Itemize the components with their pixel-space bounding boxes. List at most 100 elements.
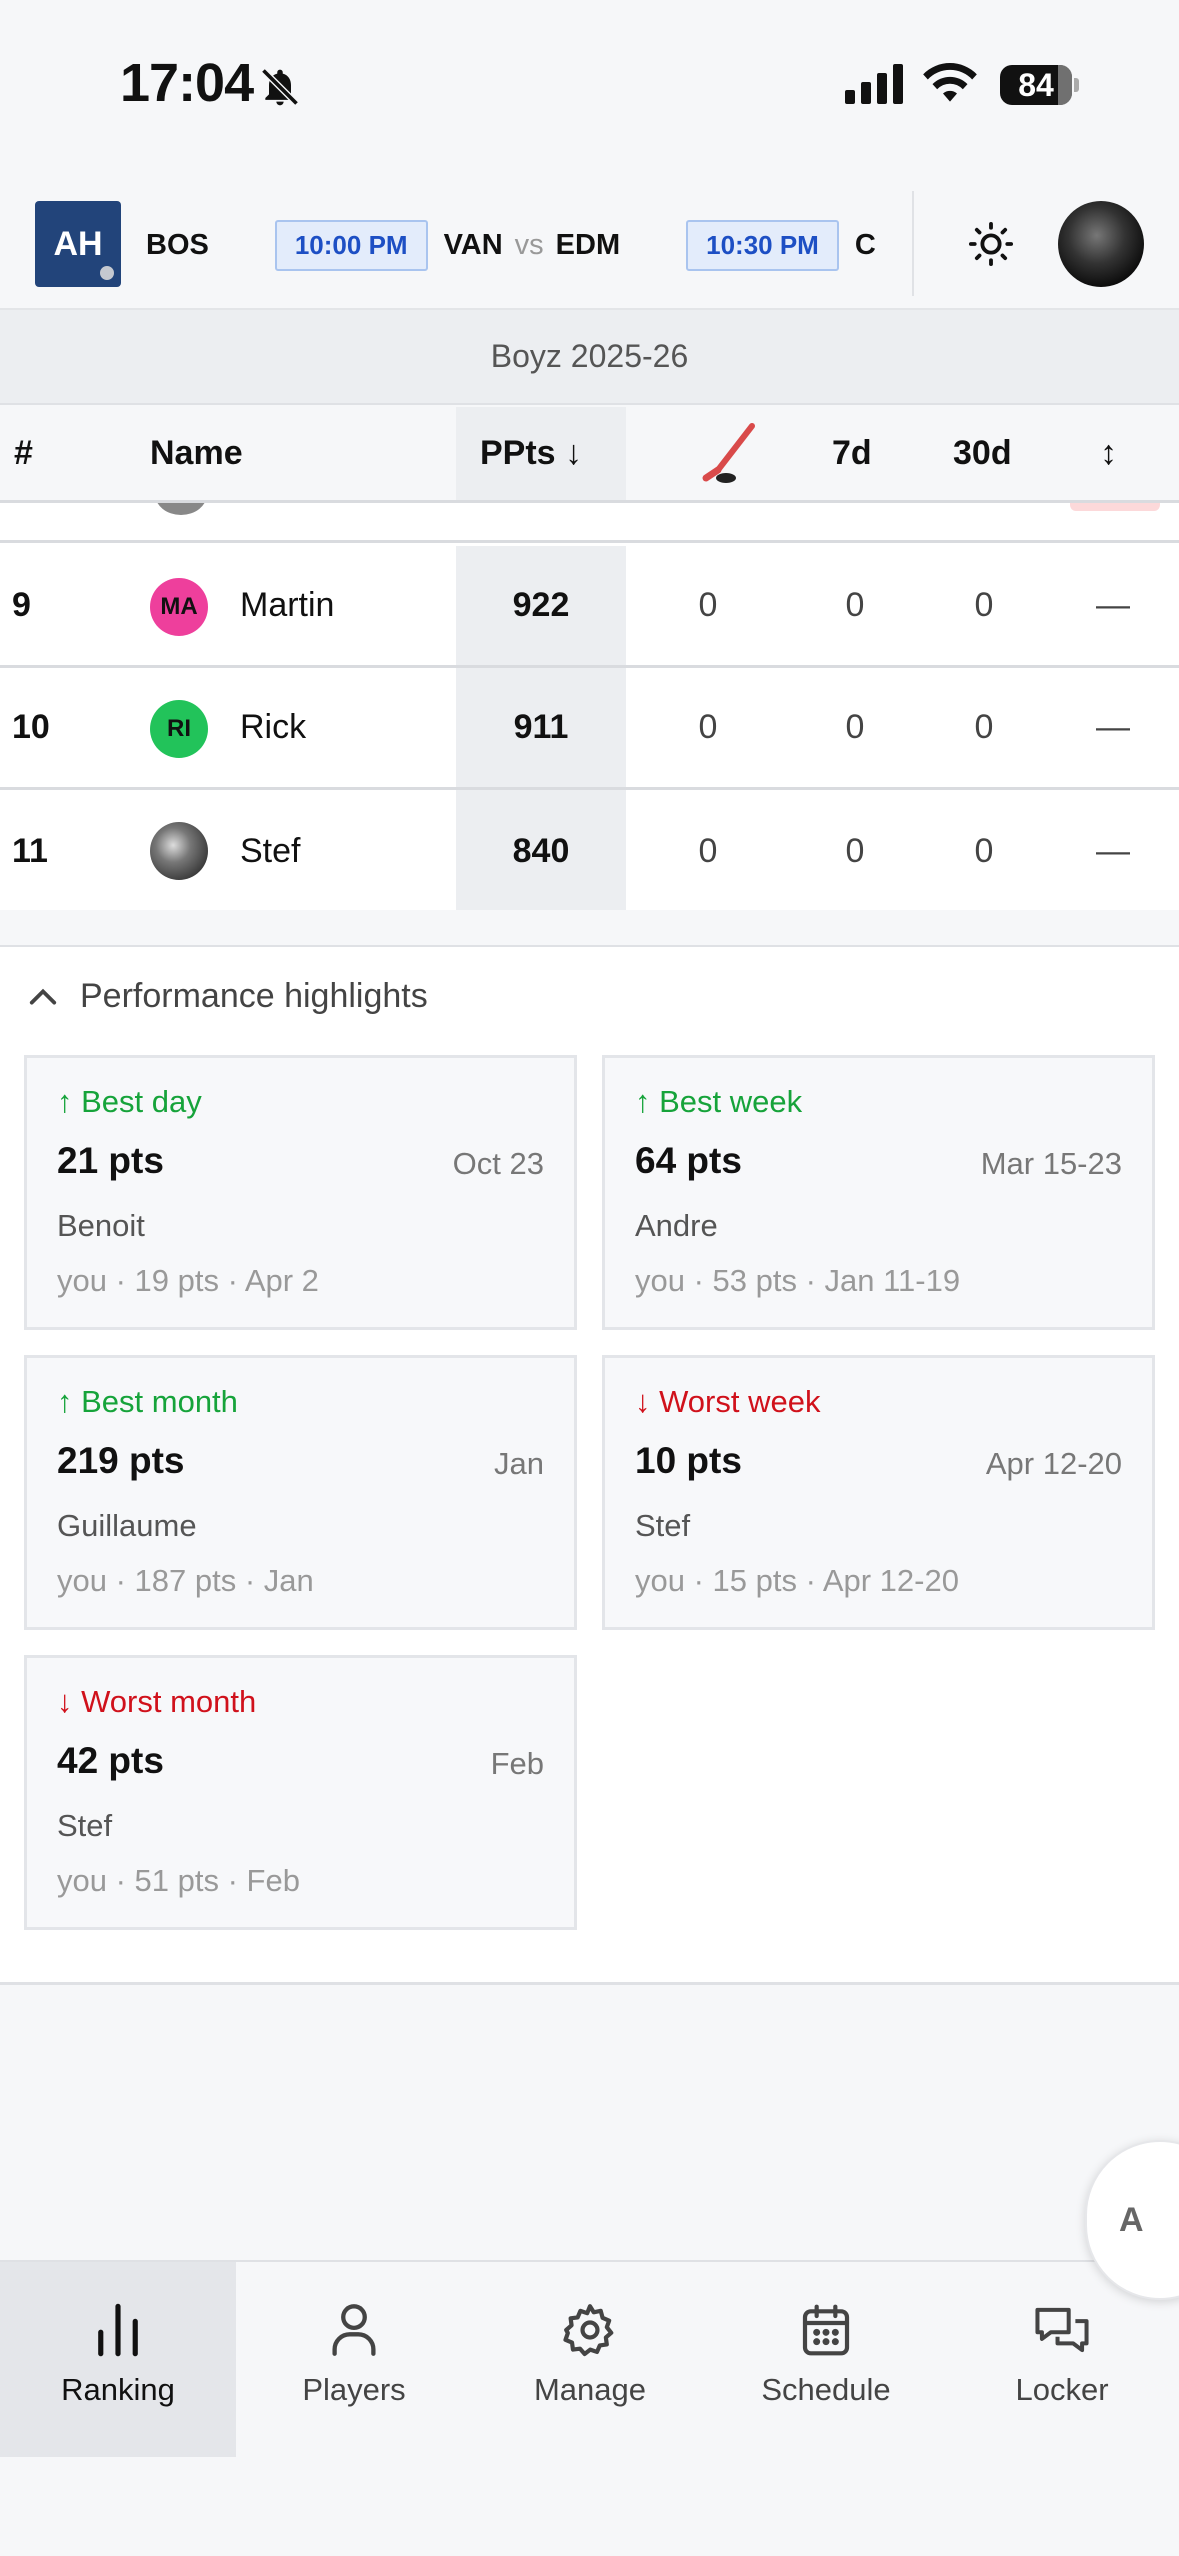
bell-muted-icon [258, 64, 302, 115]
nav-label: Players [302, 2372, 406, 2407]
row-ppts: 922 [456, 546, 626, 665]
row-rank: 9 [12, 586, 31, 624]
row-player-name[interactable]: Martin [240, 546, 334, 665]
highlight-card[interactable]: ↑ Best month 219 pts Jan Guillaume you ·… [24, 1355, 577, 1630]
highlight-you: you · 51 pts · Feb [57, 1863, 300, 1898]
row-30d: 0 [974, 831, 994, 870]
highlight-card[interactable]: ↓ Worst week 10 pts Apr 12-20 Stef you ·… [602, 1355, 1155, 1630]
games-ticker[interactable]: BOS 10:00 PM VAN vs EDM 10:30 PM C [140, 215, 890, 275]
row-ppts: 840 [456, 790, 626, 910]
highlight-you: you · 19 pts · Apr 2 [57, 1263, 319, 1298]
nav-schedule[interactable]: Schedule [708, 2262, 944, 2457]
wifi-icon [922, 62, 978, 109]
season-selector[interactable]: Boyz 2025-26 [0, 310, 1179, 405]
highlight-player: Guillaume [57, 1508, 197, 1543]
ticker-vs: vs [514, 228, 544, 261]
col-30d[interactable]: 30d [953, 407, 1012, 500]
avatar [150, 822, 208, 880]
highlight-value: 42 pts [57, 1740, 164, 1781]
battery-icon: 84 [1000, 65, 1079, 105]
highlight-date: Apr 12-20 [985, 1446, 1122, 1481]
ticker-team: EDM [555, 228, 621, 261]
highlight-card[interactable]: ↑ Best day 21 pts Oct 23 Benoit you · 19… [24, 1055, 577, 1330]
bottom-nav: Ranking Players Manage Schedule Locker [0, 2260, 1179, 2556]
game-time-badge[interactable]: 10:00 PM [274, 219, 428, 271]
col-rank[interactable]: # [14, 407, 33, 500]
highlight-card[interactable]: ↑ Best week 64 pts Mar 15-23 Andre you ·… [602, 1055, 1155, 1330]
highlight-label: ↓ Worst month [57, 1684, 257, 1719]
league-badge[interactable]: AH [35, 201, 121, 287]
cell-signal-icon [845, 62, 903, 104]
highlight-date: Feb [490, 1746, 544, 1781]
chat-bubbles-icon [1035, 2307, 1089, 2353]
highlights-toggle[interactable]: Performance highlights [28, 977, 428, 1016]
header-divider [912, 191, 914, 296]
nav-label: Schedule [761, 2372, 891, 2407]
row-games: 0 [698, 831, 718, 870]
highlight-you: you · 187 pts · Jan [57, 1563, 314, 1598]
row-7d: 0 [845, 708, 865, 746]
highlight-you: you · 15 pts · Apr 12-20 [635, 1563, 959, 1598]
highlight-you: you · 53 pts · Jan 11-19 [635, 1263, 961, 1298]
ranking-table-body: 9 MA Martin 922 0 0 0 — 10 RI Rick 911 0… [0, 503, 1179, 910]
table-row[interactable]: 11 Stef 840 0 0 0 — [0, 790, 1179, 910]
row-7d: 0 [845, 586, 865, 624]
nav-players[interactable]: Players [236, 2262, 472, 2457]
row-movement: — [1096, 708, 1130, 746]
row-movement: — [1096, 586, 1130, 624]
highlight-date: Jan [494, 1446, 544, 1481]
bar-chart-icon [98, 2303, 138, 2357]
table-row[interactable]: 9 MA Martin 922 0 0 0 — [0, 546, 1179, 668]
row-ppts: 911 [456, 668, 626, 787]
col-name[interactable]: Name [150, 407, 243, 500]
table-row[interactable]: 10 RI Rick 911 0 0 0 — [0, 668, 1179, 790]
avatar: RI [150, 700, 208, 758]
row-games: 0 [698, 586, 718, 624]
highlight-value: 64 pts [635, 1140, 742, 1181]
nav-ranking[interactable]: Ranking [0, 2262, 236, 2457]
nav-manage[interactable]: Manage [472, 2262, 708, 2457]
highlight-player: Benoit [57, 1208, 145, 1243]
status-time: 17:04 [120, 53, 254, 113]
row-movement: — [1096, 831, 1130, 870]
ranking-table-header: # Name PPts ↓ 7d 30d ↕ [0, 407, 1179, 503]
col-7d[interactable]: 7d [832, 407, 872, 500]
highlights-title: Performance highlights [80, 977, 428, 1015]
row-player-name[interactable]: Rick [240, 668, 306, 787]
highlight-value: 219 pts [57, 1440, 185, 1481]
performance-highlights: Performance highlights ↑ Best day 21 pts… [0, 945, 1179, 1985]
highlight-date: Mar 15-23 [980, 1146, 1122, 1181]
row-7d: 0 [845, 831, 865, 870]
col-movement[interactable]: ↕ [1100, 407, 1117, 500]
game-time-badge[interactable]: 10:30 PM [686, 219, 839, 271]
badge-status-dot [98, 264, 116, 282]
nav-label: Manage [533, 2372, 647, 2407]
col-games[interactable] [700, 407, 760, 500]
ticker-team: C [854, 228, 876, 261]
col-ppts-sorted[interactable]: PPts ↓ [480, 407, 582, 500]
user-avatar[interactable] [1058, 201, 1144, 287]
row-player-name[interactable]: Stef [240, 790, 300, 910]
highlight-label: ↑ Best week [635, 1084, 803, 1119]
row-rank: 11 [12, 831, 48, 870]
calendar-icon [802, 2304, 850, 2356]
theme-toggle-button[interactable] [960, 213, 1022, 275]
chevron-up-icon [29, 988, 57, 1004]
league-badge-label: AH [53, 224, 103, 263]
table-row[interactable] [0, 503, 1179, 543]
highlight-value: 10 pts [635, 1440, 742, 1481]
hockey-stick-icon [702, 422, 755, 483]
highlight-date: Oct 23 [452, 1146, 544, 1181]
nav-label: Ranking [61, 2372, 175, 2407]
highlight-label: ↑ Best month [57, 1384, 238, 1419]
sun-icon [968, 221, 1014, 267]
nav-label: Locker [1015, 2372, 1109, 2407]
user-icon [332, 2304, 376, 2356]
gear-icon [563, 2304, 614, 2357]
row-games: 0 [698, 708, 718, 746]
app-screen: 17:04 84 AH BOS 10:00 PM VAN vs EDM 10:3… [0, 0, 1179, 2556]
highlight-player: Stef [635, 1508, 691, 1543]
highlight-card[interactable]: ↓ Worst month 42 pts Feb Stef you · 51 p… [24, 1655, 577, 1930]
highlight-label: ↑ Best day [57, 1084, 202, 1119]
app-header: AH BOS 10:00 PM VAN vs EDM 10:30 PM C [0, 175, 1179, 310]
